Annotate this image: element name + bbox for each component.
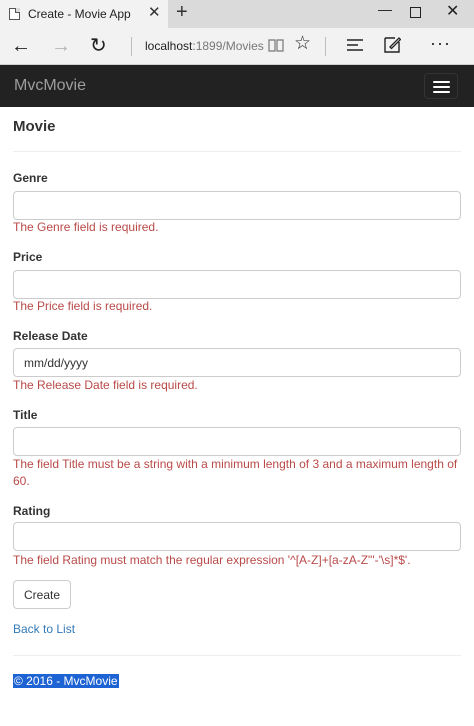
rating-error: The field Rating must match the regular … xyxy=(13,553,411,567)
genre-input[interactable] xyxy=(13,191,461,220)
site-navbar: MvcMovie xyxy=(0,65,474,107)
maximize-icon[interactable] xyxy=(410,7,421,18)
price-input[interactable] xyxy=(13,270,461,299)
back-arrow-icon[interactable]: ← xyxy=(11,36,31,56)
title-label: Title xyxy=(13,408,38,422)
release-date-error: The Release Date field is required. xyxy=(13,378,198,392)
hamburger-icon xyxy=(433,81,450,83)
minimize-icon[interactable]: — xyxy=(378,2,392,16)
rating-input[interactable] xyxy=(13,522,461,551)
back-to-list-link[interactable]: Back to List xyxy=(13,622,75,636)
price-error: The Price field is required. xyxy=(13,299,153,313)
create-button[interactable]: Create xyxy=(13,580,71,609)
divider xyxy=(131,37,132,56)
genre-error: The Genre field is required. xyxy=(13,220,159,234)
reading-view-icon[interactable] xyxy=(268,38,284,52)
browser-tab[interactable]: Create - Movie App ✕ xyxy=(0,0,168,28)
hamburger-icon xyxy=(433,86,450,88)
brand-link[interactable]: MvcMovie xyxy=(14,77,86,95)
menu-toggle-button[interactable] xyxy=(424,73,458,99)
page-icon xyxy=(9,8,20,20)
refresh-icon[interactable]: ↻ xyxy=(90,36,107,56)
web-note-icon[interactable] xyxy=(383,36,401,54)
divider xyxy=(13,655,461,656)
more-icon[interactable]: ··· xyxy=(430,33,451,54)
release-date-input[interactable] xyxy=(13,348,461,377)
tab-title: Create - Movie App xyxy=(28,7,131,21)
address-bar: ← → ↻ localhost:1899/Movies ☆ ··· xyxy=(0,28,474,65)
close-tab-icon[interactable]: ✕ xyxy=(148,5,161,20)
title-error: The field Title must be a string with a … xyxy=(13,457,458,488)
forward-arrow-icon[interactable]: → xyxy=(51,36,71,56)
browser-tab-strip: Create - Movie App ✕ + — ✕ xyxy=(0,0,474,28)
close-window-icon[interactable]: ✕ xyxy=(446,4,459,20)
url-path: :1899/Movies xyxy=(192,39,264,53)
release-date-label: Release Date xyxy=(13,329,88,343)
hamburger-icon xyxy=(433,91,450,93)
hub-icon[interactable] xyxy=(347,38,363,52)
divider xyxy=(13,151,461,152)
price-label: Price xyxy=(13,250,43,264)
url-host: localhost xyxy=(145,39,193,53)
page-heading: Movie xyxy=(13,118,56,135)
genre-label: Genre xyxy=(13,171,48,185)
footer-text: © 2016 - MvcMovie xyxy=(13,674,119,688)
divider xyxy=(325,37,326,56)
title-input[interactable] xyxy=(13,427,461,456)
new-tab-icon[interactable]: + xyxy=(176,2,188,22)
rating-label: Rating xyxy=(13,504,51,518)
favorite-star-icon[interactable]: ☆ xyxy=(294,34,311,53)
url-field[interactable]: localhost:1899/Movies xyxy=(145,39,264,53)
